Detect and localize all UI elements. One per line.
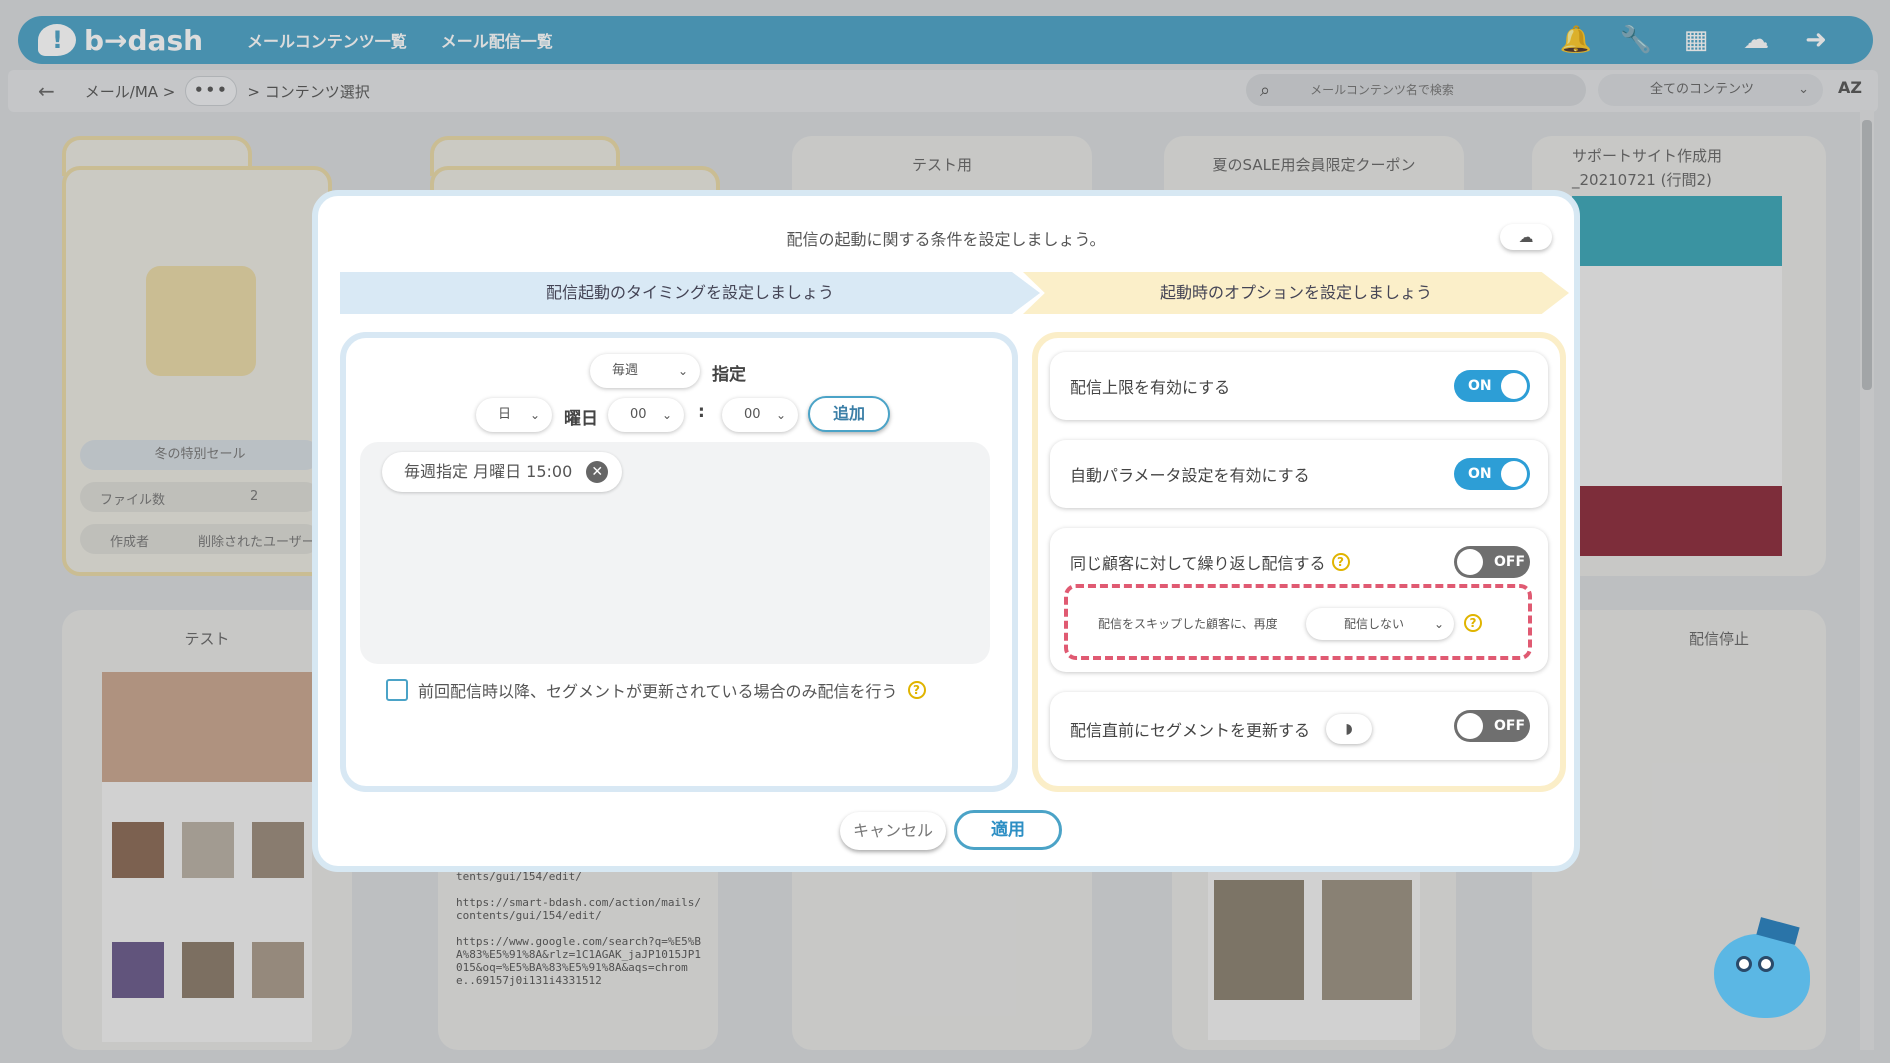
auto-parameter-toggle[interactable]: ON — [1454, 458, 1530, 490]
frequency-select[interactable]: 毎週 ⌄ — [590, 354, 700, 388]
schedule-list: 毎週指定 月曜日 15:00 ✕ — [360, 442, 990, 664]
add-schedule-button[interactable]: 追加 — [808, 396, 890, 432]
skipped-customer-label: 配信をスキップした顧客に、再度 — [1098, 617, 1278, 631]
mascot-eye-icon — [1736, 956, 1752, 972]
cancel-button[interactable]: キャンセル — [840, 812, 946, 850]
chevron-down-icon: ⌄ — [661, 408, 672, 422]
chevron-down-icon: ⌄ — [1433, 617, 1444, 631]
option-repeat-delivery: 同じ顧客に対して繰り返し配信する ? OFF 配信をスキップした顧客に、再度 配… — [1050, 528, 1548, 672]
option-label: 自動パラメータ設定を有効にする — [1070, 466, 1310, 485]
apply-button[interactable]: 適用 — [954, 810, 1062, 850]
chat-bubble-icon: ☁ — [1518, 228, 1534, 246]
option-label: 配信上限を有効にする — [1070, 378, 1231, 397]
step-options: 起動時のオプションを設定しましょう — [1023, 272, 1569, 314]
help-icon[interactable]: ? — [1331, 553, 1350, 571]
timing-panel: 毎週 ⌄ 指定 日 ⌄ 曜日 00 ⌄ : 00 ⌄ 追加 毎週指定 月曜日 1… — [340, 332, 1018, 792]
chevron-down-icon: ⌄ — [775, 408, 786, 422]
option-label: 配信直前にセグメントを更新する ◗ — [1070, 714, 1373, 744]
help-icon[interactable]: ? — [1464, 614, 1482, 632]
segment-updated-only-checkbox[interactable] — [386, 679, 408, 701]
schedule-chip: 毎週指定 月曜日 15:00 ✕ — [382, 452, 623, 492]
option-delivery-limit: 配信上限を有効にする ON — [1050, 352, 1548, 420]
mascot-eye-icon — [1758, 956, 1774, 972]
frequency-suffix: 指定 — [712, 365, 746, 385]
segment-updated-only-label: 前回配信時以降、セグメントが更新されている場合のみ配信を行う — [418, 682, 898, 701]
option-segment-refresh: 配信直前にセグメントを更新する ◗ OFF — [1050, 692, 1548, 760]
option-label: 同じ顧客に対して繰り返し配信する ? — [1070, 550, 1350, 574]
chevron-down-icon: ⌄ — [677, 364, 688, 378]
delivery-limit-toggle[interactable]: ON — [1454, 370, 1530, 402]
weekday-suffix: 曜日 — [564, 409, 598, 429]
close-icon[interactable]: ✕ — [586, 461, 609, 483]
minute-select[interactable]: 00 ⌄ — [722, 398, 798, 432]
skipped-customer-setting: 配信をスキップした顧客に、再度 配信しない ⌄ ? — [1064, 584, 1532, 660]
beginner-badge-icon[interactable]: ◗ — [1326, 714, 1373, 744]
modal-title: 配信の起動に関する条件を設定しましょう。 — [786, 230, 1106, 249]
hour-select[interactable]: 00 ⌄ — [608, 398, 684, 432]
skipped-customer-select[interactable]: 配信しない ⌄ — [1306, 608, 1454, 640]
segment-updated-only-row: 前回配信時以降、セグメントが更新されている場合のみ配信を行う ? — [386, 678, 926, 702]
options-panel: 配信上限を有効にする ON 自動パラメータ設定を有効にする ON 同じ顧客に対し… — [1032, 332, 1566, 792]
ai-assist-button[interactable]: ☁ — [1500, 224, 1552, 250]
option-auto-parameter: 自動パラメータ設定を有効にする ON — [1050, 440, 1548, 508]
chevron-down-icon: ⌄ — [529, 408, 540, 422]
delivery-trigger-modal: 配信の起動に関する条件を設定しましょう。 ☁ 配信起動のタイミングを設定しましょ… — [312, 190, 1580, 872]
repeat-delivery-toggle[interactable]: OFF — [1454, 546, 1530, 578]
help-icon[interactable]: ? — [907, 681, 926, 699]
time-separator: : — [698, 402, 705, 422]
weekday-select[interactable]: 日 ⌄ — [476, 398, 552, 432]
mascot-assistant-icon[interactable] — [1714, 934, 1810, 1018]
step-timing: 配信起動のタイミングを設定しましょう — [340, 272, 1040, 314]
segment-refresh-toggle[interactable]: OFF — [1454, 710, 1530, 742]
